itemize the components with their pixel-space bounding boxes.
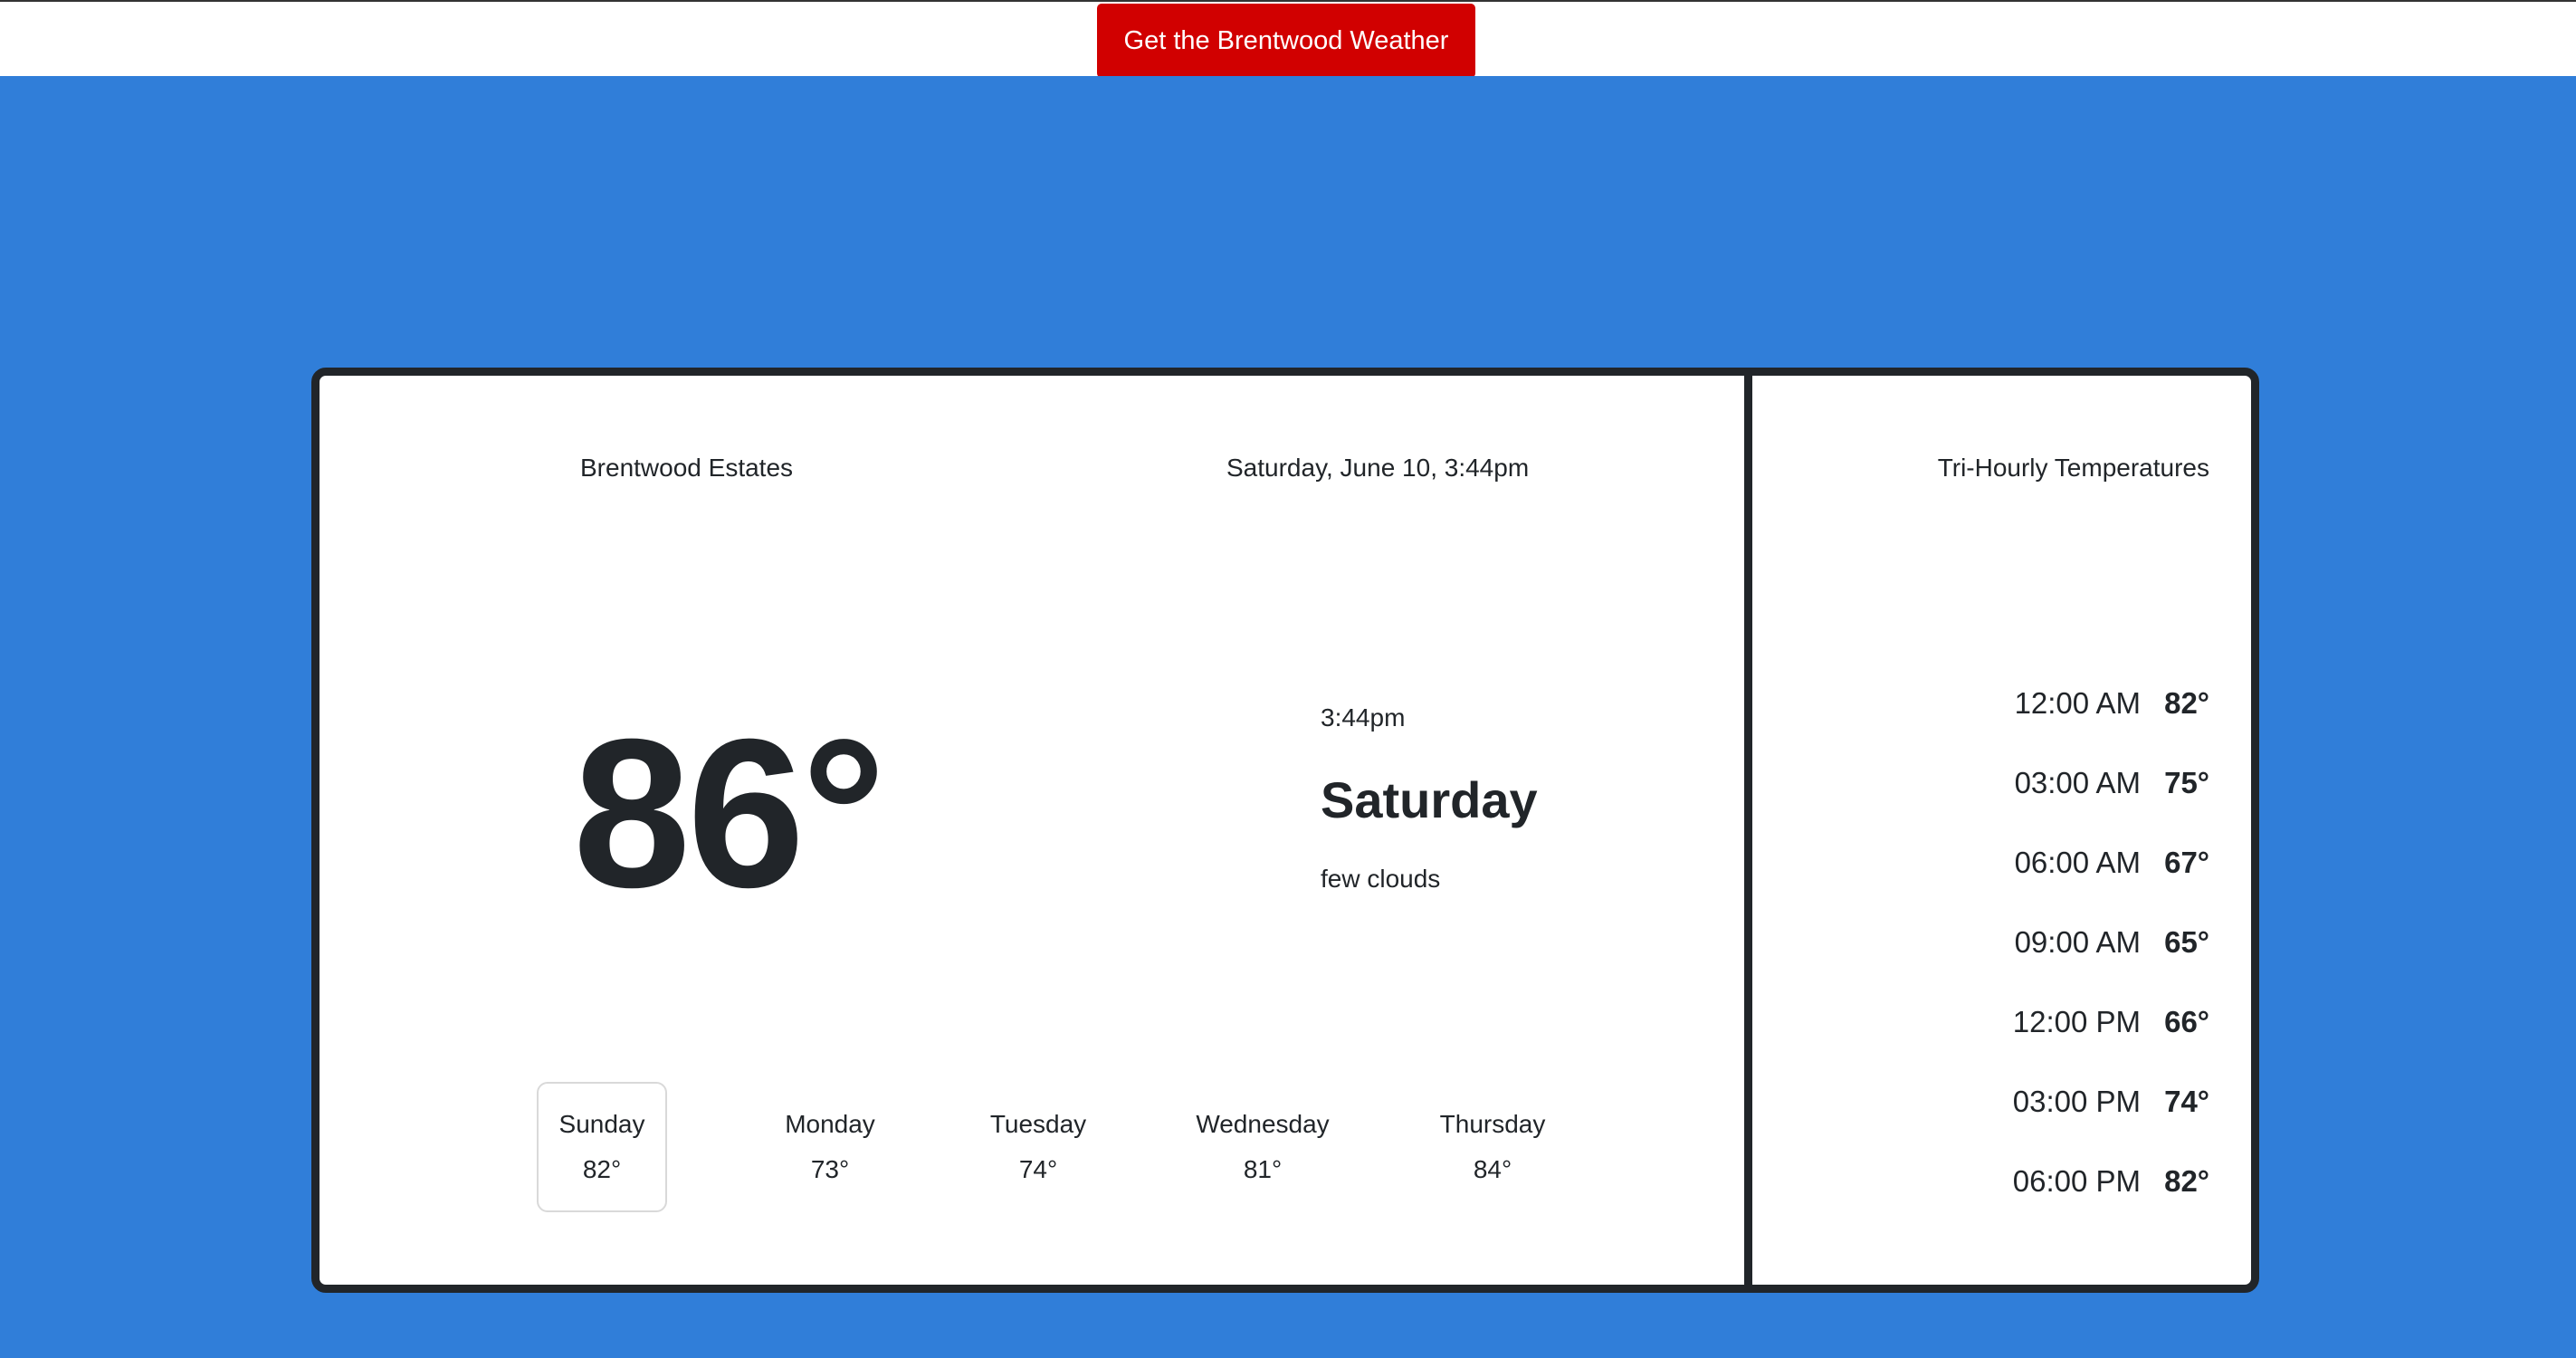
tri-hourly-time: 03:00 PM (2012, 1085, 2141, 1118)
forecast-day-name: Sunday (558, 1110, 645, 1138)
forecast-day-wednesday[interactable]: Wednesday 81° (1188, 1082, 1337, 1212)
tri-hourly-temp: 65° (2164, 925, 2209, 959)
tri-hourly-temp: 75° (2164, 766, 2209, 799)
tri-hourly-temp: 74° (2164, 1085, 2209, 1118)
get-weather-button[interactable]: Get the Brentwood Weather (1097, 4, 1475, 78)
current-time: 3:44pm (1321, 703, 1406, 732)
tri-hourly-temp: 66° (2164, 1005, 2209, 1038)
forecast-day-tuesday[interactable]: Tuesday 74° (973, 1082, 1103, 1212)
tri-hourly-row: 12:00 AM 82° (2013, 664, 2209, 743)
tri-hourly-panel: Tri-Hourly Temperatures 12:00 AM 82° 03:… (1752, 376, 2251, 1285)
weather-card: Brentwood Estates Saturday, June 10, 3:4… (311, 368, 2259, 1293)
tri-hourly-row: 03:00 PM 74° (2013, 1062, 2209, 1142)
current-day: Saturday (1321, 771, 1538, 828)
tri-hourly-time: 12:00 PM (2012, 1005, 2141, 1038)
tri-hourly-row: 12:00 PM 66° (2013, 982, 2209, 1062)
forecast-day-name: Wednesday (1196, 1110, 1330, 1138)
tri-hourly-row: 03:00 AM 75° (2013, 743, 2209, 823)
current-temperature: 86° (573, 694, 886, 932)
forecast-day-name: Monday (785, 1110, 875, 1138)
forecast-day-thursday[interactable]: Thursday 84° (1422, 1082, 1563, 1212)
forecast-day-temp: 82° (582, 1155, 622, 1183)
forecast-day-name: Tuesday (989, 1110, 1087, 1138)
location-label: Brentwood Estates (580, 454, 794, 482)
forecast-day-sunday[interactable]: Sunday 82° (537, 1082, 667, 1212)
tri-hourly-time: 09:00 AM (2014, 925, 2141, 959)
tri-hourly-time: 03:00 AM (2014, 766, 2141, 799)
current-weather-panel: Brentwood Estates Saturday, June 10, 3:4… (320, 376, 1752, 1285)
current-datetime: Saturday, June 10, 3:44pm (1226, 454, 1530, 482)
tri-hourly-temp: 67° (2164, 846, 2209, 879)
tri-hourly-list: 12:00 AM 82° 03:00 AM 75° 06:00 AM 67° 0… (2013, 664, 2209, 1221)
forecast-day-temp: 81° (1243, 1155, 1283, 1183)
tri-hourly-time: 06:00 PM (2012, 1164, 2141, 1198)
forecast-day-temp: 73° (810, 1155, 850, 1183)
forecast-day-temp: 84° (1473, 1155, 1512, 1183)
forecast-day-temp: 74° (1018, 1155, 1058, 1183)
tri-hourly-title: Tri-Hourly Temperatures (1937, 454, 2209, 482)
tri-hourly-time: 06:00 AM (2014, 846, 2141, 879)
daily-forecast: Sunday 82° Monday 73° Tuesday 74° Wednes… (320, 1082, 1752, 1218)
tri-hourly-row: 09:00 AM 65° (2013, 903, 2209, 982)
tri-hourly-time: 12:00 AM (2014, 686, 2141, 720)
tri-hourly-row: 06:00 AM 67° (2013, 823, 2209, 903)
tri-hourly-row: 06:00 PM 82° (2013, 1142, 2209, 1221)
forecast-day-monday[interactable]: Monday 73° (765, 1082, 895, 1212)
weather-stage: Brentwood Estates Saturday, June 10, 3:4… (0, 76, 2576, 1358)
tri-hourly-temp: 82° (2164, 686, 2209, 720)
top-bar: Get the Brentwood Weather (0, 0, 2576, 78)
weather-condition: few clouds (1321, 865, 1441, 893)
forecast-day-name: Thursday (1439, 1110, 1546, 1138)
tri-hourly-temp: 82° (2164, 1164, 2209, 1198)
